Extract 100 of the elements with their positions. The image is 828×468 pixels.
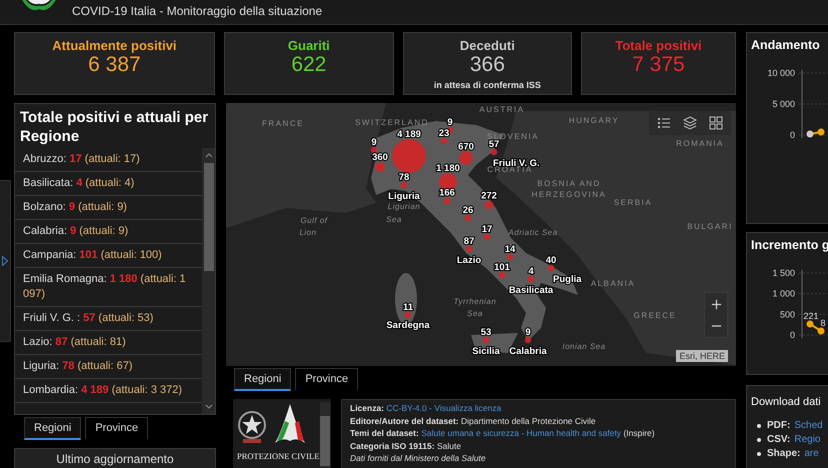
case-marker[interactable] bbox=[482, 336, 490, 344]
region-label: Sicilia bbox=[472, 346, 500, 357]
place-label: GREECE bbox=[634, 311, 676, 320]
case-marker[interactable] bbox=[370, 146, 378, 154]
tab[interactable]: Regioni bbox=[24, 417, 82, 440]
grid-icon[interactable] bbox=[709, 116, 723, 130]
place-label: HUNGARY bbox=[568, 116, 620, 125]
download-label: PDF: bbox=[767, 419, 790, 432]
link[interactable]: Regio bbox=[794, 433, 820, 446]
info-line: Editore/Autore del dataset: Dipartimento della Protezione Civile bbox=[350, 414, 597, 427]
scrollbar[interactable] bbox=[320, 402, 330, 468]
place-label: AUSTRIA bbox=[479, 105, 525, 114]
case-count-label: 9 bbox=[447, 116, 453, 128]
stat-label: Attualmente positivi bbox=[52, 38, 177, 53]
case-marker[interactable] bbox=[506, 254, 514, 260]
stat-note: in attesa di conferma ISS bbox=[434, 80, 541, 90]
scroll-up-icon bbox=[204, 153, 212, 158]
place-label: FRANCE bbox=[262, 119, 304, 128]
case-count-label: 17 bbox=[482, 224, 492, 235]
axis-label: 1 500 bbox=[772, 268, 795, 278]
list-icon[interactable] bbox=[657, 116, 671, 130]
case-marker[interactable] bbox=[548, 264, 554, 272]
case-marker[interactable] bbox=[464, 214, 472, 222]
link[interactable]: - bbox=[429, 403, 432, 413]
place-label: Sea bbox=[467, 309, 483, 318]
place-label: SERBIA bbox=[614, 198, 652, 207]
info-line: Categoria ISO 19115: Salute bbox=[350, 440, 462, 452]
link[interactable]: are bbox=[804, 447, 819, 460]
region-label: Calabria bbox=[509, 346, 547, 357]
minus-icon bbox=[710, 325, 722, 327]
case-marker[interactable] bbox=[444, 198, 450, 204]
case-count-label: 14 bbox=[504, 244, 516, 255]
place-label: SWITZERLAND bbox=[355, 118, 429, 127]
place-label: BOSNIA AND bbox=[537, 179, 601, 188]
plus-icon bbox=[710, 298, 722, 310]
case-marker[interactable] bbox=[392, 139, 426, 173]
stat-value: 6 387 bbox=[88, 53, 141, 77]
case-marker[interactable] bbox=[490, 148, 498, 156]
line-chart-drawing bbox=[806, 320, 824, 334]
place-label: SLOVENIA bbox=[487, 132, 539, 141]
info-line: Temi del dataset: Salute umana e sicurezza - Human health and safety (Inspire) bbox=[350, 427, 656, 440]
logo-icon bbox=[20, 0, 58, 13]
case-marker[interactable] bbox=[375, 162, 385, 172]
bullet-icon bbox=[757, 438, 761, 442]
panel-collapse-handle[interactable] bbox=[0, 180, 11, 342]
link[interactable]: CC-BY-4.0 bbox=[386, 403, 427, 413]
link[interactable]: Visualizza licenza bbox=[434, 403, 502, 413]
region-label: Liguria bbox=[388, 191, 420, 202]
link[interactable]: Salute umana e sicurezza - Human health and safety bbox=[421, 428, 622, 438]
place-label: Ionian Sea bbox=[562, 342, 606, 351]
place-label: Lion bbox=[299, 228, 317, 237]
axis-label: 5 000 bbox=[772, 99, 795, 109]
place-label: Sea bbox=[386, 215, 402, 224]
region-label: Puglia bbox=[553, 274, 582, 285]
layers-icon[interactable] bbox=[683, 116, 697, 130]
info-line: Dati forniti dal Ministero della Salute bbox=[350, 452, 487, 464]
case-count-label: 9 bbox=[525, 326, 531, 338]
case-count-label: 11 bbox=[402, 302, 414, 313]
panel-title: Download dati bbox=[750, 396, 821, 408]
bullet-icon bbox=[757, 452, 761, 456]
place-label: Adriatic Sea bbox=[508, 228, 558, 237]
stat-value: 7 375 bbox=[632, 53, 685, 77]
case-marker[interactable] bbox=[484, 234, 490, 240]
value-label: 221 bbox=[803, 311, 819, 321]
case-count-label: 57 bbox=[488, 138, 500, 150]
case-marker[interactable] bbox=[400, 182, 408, 188]
info-line: Licenza: CC-BY-4.0 - Visualizza licenza bbox=[350, 402, 502, 414]
place-label: ALBANIA bbox=[590, 279, 636, 288]
tab[interactable]: Regioni bbox=[234, 368, 292, 391]
case-count-label: 1 180 bbox=[436, 163, 460, 174]
scrollbar[interactable] bbox=[202, 148, 215, 414]
case-marker[interactable] bbox=[440, 138, 448, 144]
link[interactable]: Sched bbox=[794, 419, 823, 432]
axis-label: 0 bbox=[790, 330, 795, 340]
case-marker[interactable] bbox=[498, 272, 506, 278]
case-marker[interactable] bbox=[484, 200, 494, 210]
place-label: Gulf of bbox=[300, 216, 328, 225]
scrollbar-thumb[interactable] bbox=[320, 416, 330, 466]
case-count-label: 670 bbox=[458, 141, 474, 152]
case-marker[interactable] bbox=[528, 276, 534, 282]
case-count-label: 23 bbox=[438, 128, 450, 139]
region-label: Sardegna bbox=[386, 320, 430, 331]
download-label: Shape: bbox=[767, 447, 800, 460]
case-count-label: 4 bbox=[528, 266, 534, 277]
scroll-down-icon bbox=[204, 404, 212, 409]
value-label: 8 bbox=[820, 318, 826, 328]
region-label: Basilicata bbox=[508, 285, 554, 296]
case-marker[interactable] bbox=[404, 312, 412, 318]
case-marker[interactable] bbox=[524, 336, 532, 344]
case-count-label: 166 bbox=[439, 188, 455, 199]
case-marker[interactable] bbox=[466, 246, 472, 252]
case-marker[interactable] bbox=[459, 151, 473, 165]
bullet-icon bbox=[757, 424, 761, 428]
page-title: COVID-19 Italia - Monitoraggio della situazione bbox=[72, 3, 322, 20]
tab[interactable]: Province bbox=[85, 417, 148, 440]
scrollbar-thumb[interactable] bbox=[204, 163, 214, 271]
case-count-label: 26 bbox=[462, 204, 474, 216]
case-count-label: 87 bbox=[464, 236, 474, 247]
tab[interactable]: Province bbox=[295, 368, 358, 391]
axis-label: 500 bbox=[780, 309, 795, 320]
